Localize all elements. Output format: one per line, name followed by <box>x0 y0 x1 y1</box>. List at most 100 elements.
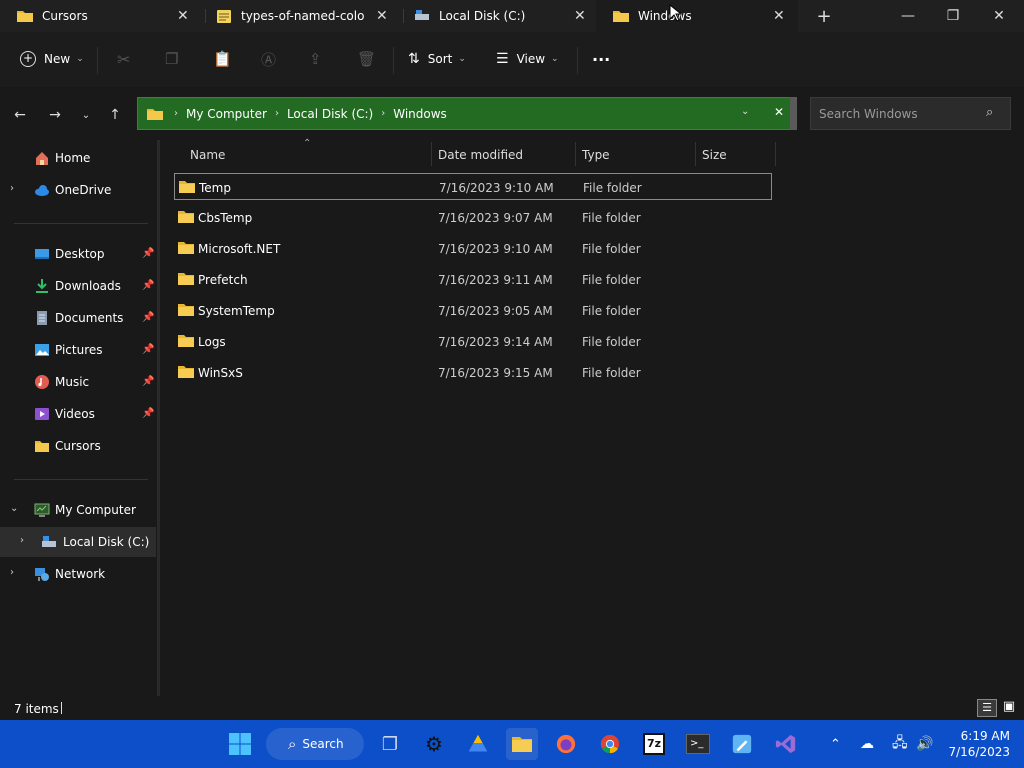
chevron-right-icon[interactable]: › <box>10 183 14 194</box>
column-header-size[interactable]: Size <box>702 148 727 170</box>
onedrive-tray-icon[interactable]: ☁ <box>860 720 874 768</box>
file-type: File folder <box>582 273 641 287</box>
close-icon[interactable]: ✕ <box>376 8 388 24</box>
tiles-view-icon[interactable]: ▣ <box>1000 699 1018 717</box>
visual-studio-icon[interactable] <box>770 728 802 760</box>
view-icon: ☰ <box>496 51 509 67</box>
address-dropdown-icon[interactable]: ⌄ <box>741 106 749 117</box>
pin-icon[interactable]: 📌 <box>142 408 154 419</box>
minimize-button[interactable]: — <box>885 0 931 32</box>
close-window-button[interactable]: ✕ <box>976 0 1022 32</box>
back-button[interactable]: ← <box>9 105 31 125</box>
firefox-icon[interactable] <box>550 728 582 760</box>
sidebar-item-music[interactable]: Music 📌 <box>0 367 156 397</box>
details-view-icon[interactable]: ☰ <box>977 699 997 717</box>
7zip-icon[interactable]: 7z <box>638 728 670 760</box>
drive-icon <box>42 536 56 547</box>
column-header-type[interactable]: Type <box>582 148 610 170</box>
address-bar[interactable]: › My Computer › Local Disk (C:) › Window… <box>137 97 797 130</box>
file-type: File folder <box>582 304 641 318</box>
pin-icon[interactable]: 📌 <box>142 312 154 323</box>
chevron-down-icon: ⌄ <box>76 54 84 64</box>
video-icon <box>35 408 49 420</box>
chrome-icon[interactable] <box>594 728 626 760</box>
sidebar-item-onedrive[interactable]: › OneDrive <box>0 175 156 205</box>
drive-app-icon[interactable] <box>462 728 494 760</box>
tab-windows[interactable]: Windows ✕ <box>596 0 798 32</box>
network-tray-icon[interactable]: 🖧 <box>892 720 908 768</box>
new-button[interactable]: + New ⌄ <box>20 46 84 72</box>
task-view-icon[interactable]: ❐ <box>374 728 406 760</box>
table-row[interactable]: Prefetch 7/16/2023 9:11 AM File folder <box>174 266 772 293</box>
sidebar-item-network[interactable]: › Network <box>0 559 156 589</box>
table-row[interactable]: WinSxS 7/16/2023 9:15 AM File folder <box>174 359 772 386</box>
sidebar-item-label: Pictures <box>55 343 103 357</box>
pin-icon[interactable]: 📌 <box>142 344 154 355</box>
settings-icon[interactable]: ⚙ <box>418 728 450 760</box>
forward-button[interactable]: → <box>44 105 66 125</box>
file-date: 7/16/2023 9:10 AM <box>438 242 553 256</box>
table-row[interactable]: SystemTemp 7/16/2023 9:05 AM File folder <box>174 297 772 324</box>
pin-icon[interactable]: 📌 <box>142 248 154 259</box>
chevron-right-icon[interactable]: › <box>10 567 14 578</box>
file-explorer-icon[interactable] <box>506 728 538 760</box>
sidebar-item-desktop[interactable]: Desktop 📌 <box>0 239 156 269</box>
paint-icon[interactable] <box>726 728 758 760</box>
maximize-button[interactable]: ❐ <box>930 0 976 32</box>
sort-button[interactable]: ⇅ Sort ⌄ <box>408 46 466 72</box>
up-button[interactable]: ↑ <box>104 105 126 125</box>
tab-local-disk[interactable]: Local Disk (C:) ✕ <box>397 0 596 32</box>
sidebar-item-my-computer[interactable]: ⌄ My Computer <box>0 495 156 525</box>
column-header-name[interactable]: Name <box>190 148 225 170</box>
folder-icon <box>512 737 532 752</box>
table-row[interactable]: Temp 7/16/2023 9:10 AM File folder <box>174 173 772 200</box>
chevron-right-icon[interactable]: › <box>20 535 24 546</box>
breadcrumb-my-computer[interactable]: My Computer <box>186 107 267 121</box>
recent-locations-button[interactable]: ⌄ <box>75 105 97 125</box>
breadcrumb-windows[interactable]: Windows <box>393 107 447 121</box>
pin-icon[interactable]: 📌 <box>142 280 154 291</box>
sidebar-item-documents[interactable]: Documents 📌 <box>0 303 156 333</box>
search-label: Search <box>302 737 344 751</box>
copy-button[interactable]: ❐ <box>165 46 178 72</box>
tab-types-of-named-colors[interactable]: types-of-named-colors ✕ <box>199 0 397 32</box>
tab-label: Local Disk (C:) <box>439 9 526 23</box>
rename-button[interactable]: Ⓐ <box>261 46 276 72</box>
tray-chevron-icon[interactable]: ⌃ <box>830 720 841 768</box>
clock[interactable]: 6:19 AM 7/16/2023 <box>940 728 1010 760</box>
sidebar-item-local-disk[interactable]: › Local Disk (C:) <box>0 527 156 557</box>
table-row[interactable]: Logs 7/16/2023 9:14 AM File folder <box>174 328 772 355</box>
sidebar-item-home[interactable]: Home <box>0 143 156 173</box>
volume-icon[interactable]: 🔊 <box>916 720 933 768</box>
delete-button[interactable]: 🗑 <box>357 46 376 72</box>
breadcrumb-local-disk[interactable]: Local Disk (C:) <box>287 107 373 121</box>
sidebar-item-pictures[interactable]: Pictures 📌 <box>0 335 156 365</box>
table-row[interactable]: CbsTemp 7/16/2023 9:07 AM File folder <box>174 204 772 231</box>
tab-cursors[interactable]: Cursors ✕ <box>0 0 198 32</box>
share-button[interactable]: ⇪ <box>309 46 322 72</box>
search-button[interactable]: ⌕ Search <box>266 728 364 760</box>
close-icon[interactable]: ✕ <box>574 8 586 24</box>
table-row[interactable]: Microsoft.NET 7/16/2023 9:10 AM File folde… <box>174 235 772 262</box>
new-tab-button[interactable]: + <box>801 0 847 32</box>
chevron-down-icon[interactable]: ⌄ <box>10 503 18 514</box>
clock-date: 7/16/2023 <box>948 745 1010 759</box>
clear-icon[interactable]: ✕ <box>774 105 784 119</box>
search-input[interactable]: Search Windows ⌕ <box>810 97 1011 130</box>
sidebar-item-videos[interactable]: Videos 📌 <box>0 399 156 429</box>
close-icon[interactable]: ✕ <box>177 8 189 24</box>
close-icon[interactable]: ✕ <box>773 8 785 24</box>
sidebar-item-downloads[interactable]: Downloads 📌 <box>0 271 156 301</box>
start-button[interactable] <box>224 728 256 760</box>
pin-icon[interactable]: 📌 <box>142 376 154 387</box>
view-button[interactable]: ☰ View ⌄ <box>496 46 559 72</box>
sidebar-item-label: Network <box>55 567 106 581</box>
terminal-icon[interactable]: >_ <box>682 728 714 760</box>
file-date: 7/16/2023 9:11 AM <box>438 273 553 287</box>
chevron-right-icon: › <box>381 108 386 119</box>
sidebar-item-cursors[interactable]: Cursors <box>0 431 156 461</box>
more-options-button[interactable]: ··· <box>592 46 610 72</box>
paste-button[interactable]: 📋 <box>213 46 232 72</box>
cut-button[interactable]: ✂ <box>117 46 130 72</box>
column-header-date[interactable]: Date modified <box>438 148 523 170</box>
